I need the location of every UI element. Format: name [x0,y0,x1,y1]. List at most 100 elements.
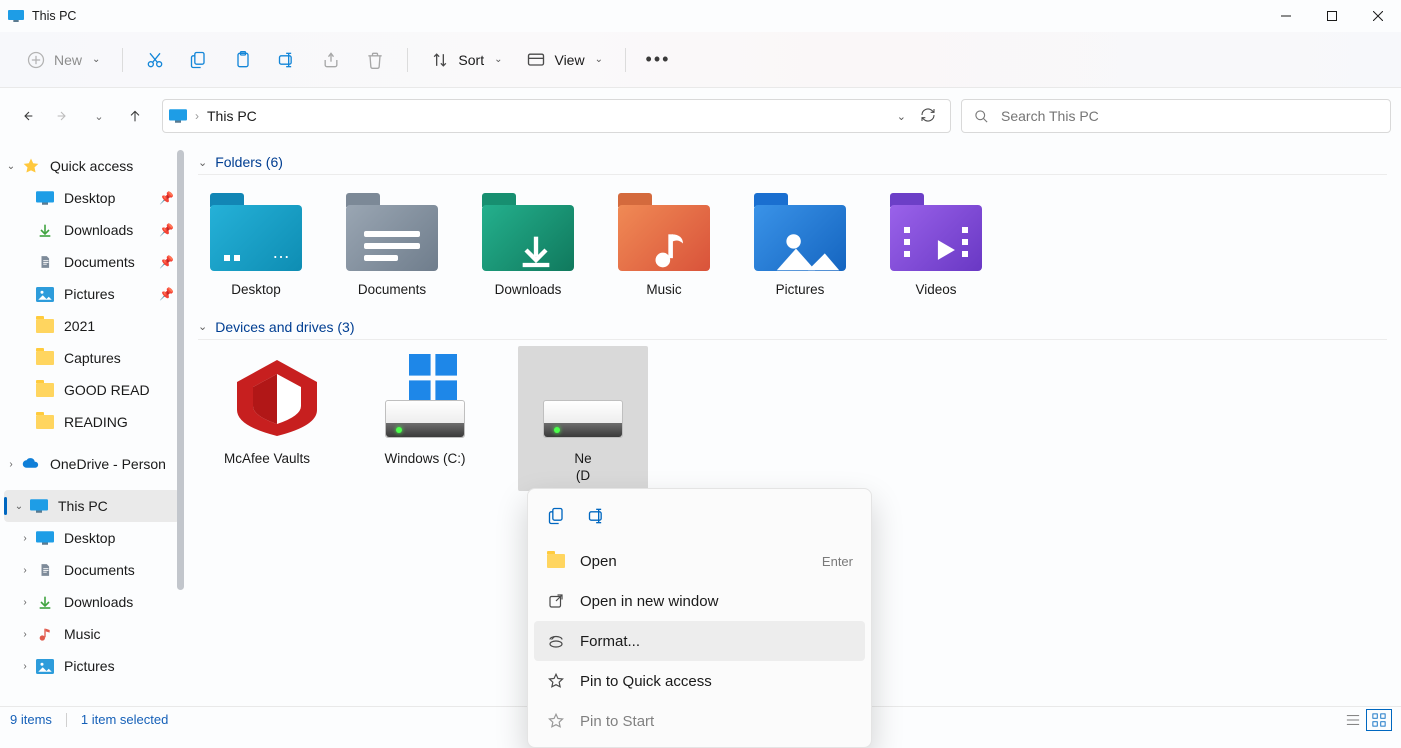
chevron-right-icon[interactable]: › [18,565,32,576]
tile-label: McAfee Vaults [224,450,310,468]
tree-onedrive[interactable]: › OneDrive - Person [0,448,184,480]
rename-button[interactable] [267,42,307,78]
tree-label: Captures [64,350,121,366]
chevron-down-icon[interactable]: ⌄ [12,501,26,512]
folder-tile[interactable]: Documents [338,181,446,305]
sort-button[interactable]: Sort ⌄ [420,42,512,78]
address-bar[interactable]: › This PC ⌄ [162,99,951,133]
pin-icon: 📌 [159,191,174,205]
tree-item[interactable]: ›Pictures [0,650,184,682]
tree-quick-access[interactable]: ⌄ Quick access [0,150,184,182]
search-icon [974,109,989,124]
tree-label: 2021 [64,318,95,334]
copy-button[interactable] [179,42,219,78]
chevron-right-icon[interactable]: › [18,533,32,544]
scrollbar[interactable] [177,150,184,590]
chevron-down-icon: ⌄ [92,54,100,65]
chevron-right-icon[interactable]: › [18,597,32,608]
chevron-down-icon[interactable]: ⌄ [4,161,18,172]
tree-item[interactable]: ›Music [0,618,184,650]
tree-item[interactable]: Desktop📌 [0,182,184,214]
paste-button[interactable] [223,42,263,78]
share-button[interactable] [311,42,351,78]
ctx-copy-button[interactable] [542,501,572,531]
drive-icon [529,352,637,444]
tree-item[interactable]: Captures [0,342,184,374]
tree-this-pc[interactable]: ⌄ This PC [4,490,180,522]
chevron-right-icon[interactable]: › [4,459,18,470]
status-selected-count: 1 item selected [81,712,168,727]
navigation-row: ⌄ › This PC ⌄ [0,88,1401,144]
folder-tile[interactable]: Music [610,181,718,305]
folder-icon: … [202,187,310,275]
download-icon [36,593,54,611]
sort-icon [430,50,450,70]
separator [122,48,123,72]
ctx-pin-start[interactable]: Pin to Start [534,701,865,741]
forward-button[interactable] [46,99,80,133]
close-button[interactable] [1355,0,1401,32]
this-pc-icon [169,109,187,123]
breadcrumb-location[interactable]: This PC [207,108,257,124]
ctx-rename-button[interactable] [582,501,612,531]
tree-label: OneDrive - Person [50,456,166,472]
tree-label: Documents [64,254,135,270]
new-window-icon [546,591,566,611]
chevron-down-icon[interactable]: ⌄ [897,110,906,123]
icons-view-button[interactable] [1367,710,1391,730]
star-icon [22,157,40,175]
search-box[interactable] [961,99,1391,133]
maximize-button[interactable] [1309,0,1355,32]
tree-item[interactable]: Documents📌 [0,246,184,278]
ctx-open[interactable]: Open Enter [534,541,865,581]
folder-tile[interactable]: …Desktop [202,181,310,305]
back-button[interactable] [10,99,44,133]
this-pc-icon [8,8,24,24]
chevron-right-icon[interactable]: › [18,661,32,672]
folder-tile[interactable]: Pictures [746,181,854,305]
tree-item[interactable]: READING [0,406,184,438]
tree-item[interactable]: › Downloads [0,586,184,618]
folder-icon [746,187,854,275]
minimize-button[interactable] [1263,0,1309,32]
ctx-pin-quick-access[interactable]: Pin to Quick access [534,661,865,701]
refresh-button[interactable] [920,107,936,126]
chevron-right-icon: › [195,109,199,123]
pin-icon: 📌 [159,223,174,237]
ctx-open-new-window[interactable]: Open in new window [534,581,865,621]
new-button[interactable]: New ⌄ [16,42,110,78]
search-input[interactable] [1001,108,1378,124]
cut-button[interactable] [135,42,175,78]
tree-item[interactable]: ›Desktop [0,522,184,554]
tree-item[interactable]: Pictures📌 [0,278,184,310]
tile-label: Documents [358,281,426,299]
desktop-icon [36,529,54,547]
history-button[interactable]: ⌄ [82,99,116,133]
tree-item[interactable]: 2021 [0,310,184,342]
chevron-right-icon[interactable]: › [18,629,32,640]
more-button[interactable]: ••• [638,42,678,78]
details-view-button[interactable] [1341,710,1365,730]
tree-label: Downloads [64,594,133,610]
tree-label: Downloads [64,222,133,238]
ctx-format[interactable]: Format... [534,621,865,661]
chevron-down-icon: ⌄ [595,54,603,65]
group-header-drives[interactable]: ⌄ Devices and drives (3) [198,315,1387,340]
music-icon [36,625,54,643]
group-header-folders[interactable]: ⌄ Folders (6) [198,150,1387,175]
drive-tile[interactable]: McAfee Vaults [202,346,332,491]
tree-label: This PC [58,498,108,514]
tree-item[interactable]: ›Documents [0,554,184,586]
tree-item[interactable]: GOOD READ [0,374,184,406]
document-icon [36,253,54,271]
folder-icon [474,187,582,275]
delete-button[interactable] [355,42,395,78]
up-button[interactable] [118,99,152,133]
ellipsis-icon: ••• [648,50,668,70]
folder-tile[interactable]: Downloads [474,181,582,305]
folder-tile[interactable]: Videos [882,181,990,305]
tree-item[interactable]: Downloads 📌 [0,214,184,246]
drive-tile[interactable]: Ne(D [518,346,648,491]
drive-tile[interactable]: Windows (C:) [360,346,490,491]
view-button[interactable]: View ⌄ [516,42,612,78]
